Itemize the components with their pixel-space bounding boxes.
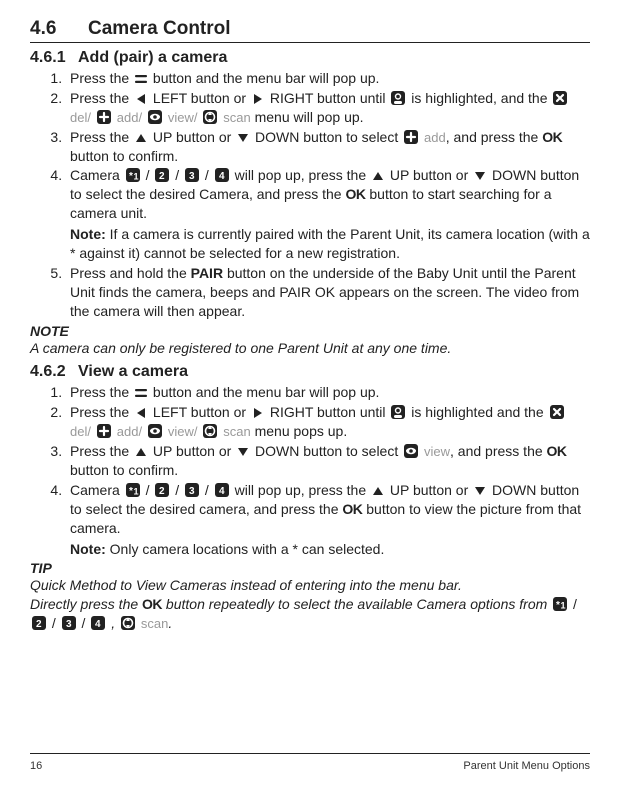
view-icon: [147, 423, 163, 439]
add-icon: [96, 109, 112, 125]
menu-icon: [134, 72, 148, 86]
ok-label: OK: [345, 186, 365, 202]
subsection-title: View a camera: [78, 363, 188, 380]
down-arrow-icon: [473, 169, 487, 183]
list-item: Press the LEFT button or RIGHT button un…: [66, 89, 590, 127]
camera-3-icon: [184, 482, 200, 498]
list-item: Camera / / / will pop up, press the UP b…: [66, 166, 590, 262]
page-number: 16: [30, 760, 42, 772]
page-footer: 16 Parent Unit Menu Options: [30, 753, 590, 772]
add-icon: [403, 129, 419, 145]
camera-2-icon: [154, 167, 170, 183]
down-arrow-icon: [236, 445, 250, 459]
note-heading: NOTE: [30, 323, 590, 339]
add-icon: [96, 423, 112, 439]
up-arrow-icon: [134, 131, 148, 145]
ok-label: OK: [542, 129, 562, 145]
tip-heading: TIP: [30, 560, 590, 576]
list-item: Press the LEFT button or RIGHT button un…: [66, 403, 590, 441]
camera-1-icon: [125, 167, 141, 183]
tip-text: Quick Method to View Cameras instead of …: [30, 576, 590, 633]
scan-icon: [120, 615, 136, 631]
down-arrow-icon: [473, 484, 487, 498]
section-heading: 4.6Camera Control: [30, 18, 590, 43]
list-item: Press and hold the PAIR button on the un…: [66, 264, 590, 321]
subsection-title: Add (pair) a camera: [78, 49, 227, 66]
camera-3-icon: [61, 615, 77, 631]
right-arrow-icon: [251, 406, 265, 420]
camera-icon: [390, 404, 406, 420]
delete-icon: [549, 404, 565, 420]
scan-icon: [202, 109, 218, 125]
view-icon: [147, 109, 163, 125]
scan-icon: [202, 423, 218, 439]
note-text: A camera can only be registered to one P…: [30, 339, 590, 358]
section-title: Camera Control: [88, 18, 231, 39]
note-line: Note: If a camera is currently paired wi…: [70, 225, 590, 263]
camera-3-icon: [184, 167, 200, 183]
list-item: Press the button and the menu bar will p…: [66, 383, 590, 402]
view-icon: [403, 443, 419, 459]
camera-2-icon: [154, 482, 170, 498]
subsection-number: 4.6.2: [30, 363, 78, 381]
up-arrow-icon: [371, 169, 385, 183]
list-item: Press the UP button or DOWN button to se…: [66, 442, 590, 480]
ok-label: OK: [547, 443, 567, 459]
right-arrow-icon: [251, 92, 265, 106]
camera-4-icon: [214, 482, 230, 498]
list-item: Press the UP button or DOWN button to se…: [66, 128, 590, 166]
subsection-heading: 4.6.1Add (pair) a camera: [30, 49, 590, 67]
left-arrow-icon: [134, 406, 148, 420]
up-arrow-icon: [371, 484, 385, 498]
camera-2-icon: [31, 615, 47, 631]
list-item: Camera / / / will pop up, press the UP b…: [66, 481, 590, 559]
ok-label: OK: [342, 501, 362, 517]
left-arrow-icon: [134, 92, 148, 106]
steps-list: Press the button and the menu bar will p…: [30, 383, 590, 558]
delete-icon: [552, 90, 568, 106]
subsection-number: 4.6.1: [30, 49, 78, 67]
camera-1-icon: [125, 482, 141, 498]
section-number: 4.6: [30, 18, 88, 40]
up-arrow-icon: [134, 445, 148, 459]
down-arrow-icon: [236, 131, 250, 145]
camera-icon: [390, 90, 406, 106]
camera-4-icon: [214, 167, 230, 183]
ok-label: OK: [142, 596, 162, 612]
subsection-heading: 4.6.2View a camera: [30, 363, 590, 381]
menu-icon: [134, 386, 148, 400]
camera-1-icon: [552, 596, 568, 612]
footer-section: Parent Unit Menu Options: [463, 760, 590, 772]
camera-4-icon: [90, 615, 106, 631]
steps-list: Press the button and the menu bar will p…: [30, 69, 590, 321]
note-line: Note: Only camera locations with a * can…: [70, 540, 590, 559]
list-item: Press the button and the menu bar will p…: [66, 69, 590, 88]
